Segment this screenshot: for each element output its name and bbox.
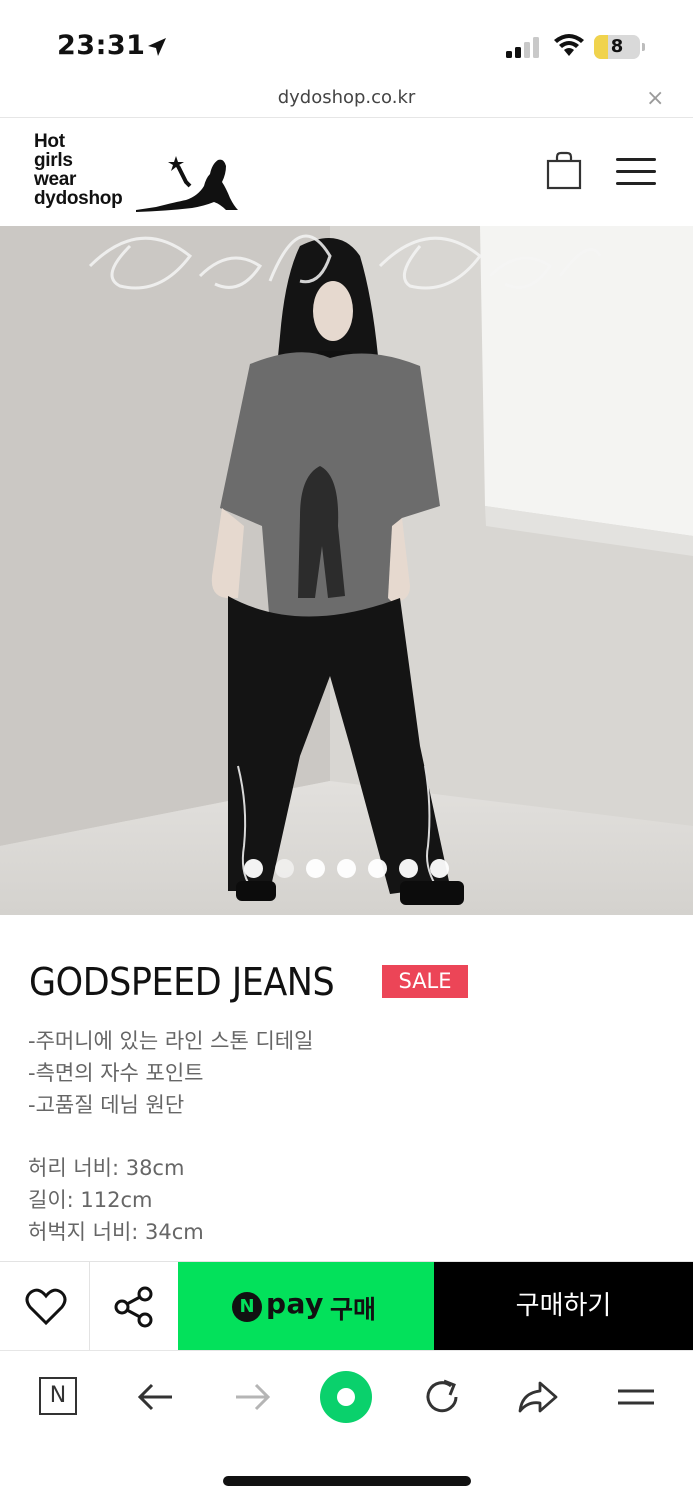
naver-pay-text: pay: [266, 1287, 324, 1320]
wishlist-button[interactable]: [0, 1262, 90, 1351]
url-text[interactable]: dydoshop.co.kr: [0, 87, 693, 108]
logo-line: wear: [34, 169, 77, 190]
carousel-dot[interactable]: [368, 859, 387, 878]
home-icon[interactable]: [318, 1369, 374, 1425]
carousel-dot[interactable]: [399, 859, 418, 878]
heart-icon: [25, 1288, 67, 1326]
description-line: -주머니에 있는 라인 스톤 디테일: [28, 1029, 314, 1053]
battery-level: 8: [610, 36, 624, 57]
product-specs: 허리 너비: 38cm 길이: 112cm 허벅지 너비: 34cm: [28, 1152, 204, 1248]
carousel-dot[interactable]: [306, 859, 325, 878]
status-time: 23:31: [57, 30, 146, 61]
product-photo: [0, 226, 693, 915]
carousel-dot[interactable]: [337, 859, 356, 878]
site-logo[interactable]: Hot girls wear dydoshop: [34, 132, 244, 214]
logo-silhouette-icon: [136, 156, 238, 212]
reload-icon[interactable]: [418, 1373, 466, 1421]
forward-icon[interactable]: [228, 1373, 276, 1421]
home-indicator[interactable]: [223, 1476, 471, 1486]
logo-line: dydoshop: [34, 188, 123, 209]
share-icon: [114, 1286, 153, 1328]
menu-icon[interactable]: [616, 158, 658, 188]
back-icon[interactable]: [132, 1373, 180, 1421]
url-bar[interactable]: dydoshop.co.kr ×: [0, 80, 693, 118]
naver-icon[interactable]: N: [39, 1377, 77, 1415]
site-header: Hot girls wear dydoshop: [0, 118, 693, 226]
share-icon[interactable]: [514, 1373, 562, 1421]
logo-text: Hot girls wear dydoshop: [34, 131, 123, 209]
naver-pay-logo-icon: N: [232, 1292, 262, 1322]
menu-icon[interactable]: [612, 1373, 660, 1421]
product-description: -주머니에 있는 라인 스톤 디테일 -측면의 자수 포인트 -고품질 데님 원…: [28, 1025, 313, 1121]
naver-pay-buy-text: 구매: [330, 1295, 377, 1324]
sale-badge: SALE: [382, 965, 468, 998]
battery-icon: 8: [594, 35, 646, 59]
location-arrow-icon: [148, 38, 166, 56]
carousel-dot-active[interactable]: [275, 859, 294, 878]
spec-line: 길이: 112cm: [28, 1188, 153, 1212]
logo-line: Hot: [34, 131, 65, 152]
spec-line: 허리 너비: 38cm: [28, 1156, 185, 1180]
close-icon[interactable]: ×: [646, 86, 664, 111]
purchase-action-bar: N pay 구매 구매하기: [0, 1261, 693, 1351]
product-image-carousel[interactable]: [0, 226, 693, 915]
spec-line: 허벅지 너비: 34cm: [28, 1220, 204, 1244]
cart-icon[interactable]: [544, 151, 584, 191]
buy-now-button[interactable]: 구매하기: [434, 1262, 693, 1351]
carousel-dot[interactable]: [430, 859, 449, 878]
status-bar: 23:31 8: [0, 0, 693, 80]
logo-line: girls: [34, 150, 73, 171]
carousel-dots[interactable]: [0, 859, 693, 883]
wifi-icon: [554, 34, 584, 56]
carousel-dot[interactable]: [244, 859, 263, 878]
signal-icon: [506, 36, 544, 58]
description-line: -측면의 자수 포인트: [28, 1061, 204, 1085]
description-line: -고품질 데님 원단: [28, 1093, 185, 1117]
naver-pay-button[interactable]: N pay 구매: [178, 1262, 434, 1351]
product-title: GODSPEED JEANS: [29, 960, 335, 1004]
share-button[interactable]: [90, 1262, 178, 1351]
